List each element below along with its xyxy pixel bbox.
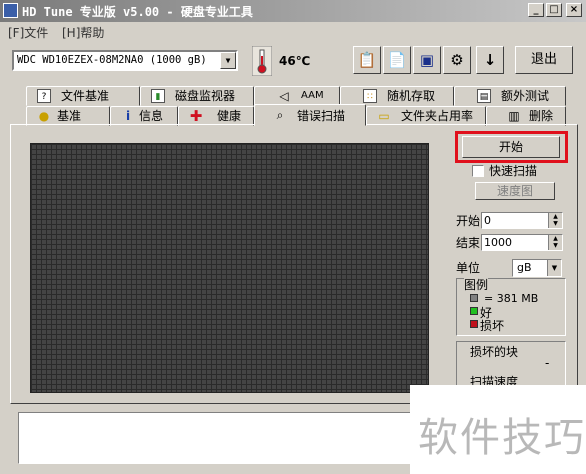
legend-block-swatch xyxy=(470,294,478,302)
start-button[interactable]: 开始 xyxy=(462,136,560,158)
block-map-grid xyxy=(30,143,429,393)
tab-label: 文件基准 xyxy=(61,89,110,103)
maximize-button[interactable]: □ xyxy=(546,3,562,17)
legend-block-size: = 381 MB xyxy=(484,292,539,305)
download-button[interactable]: ↓ xyxy=(476,46,504,74)
save-button[interactable]: ▣ xyxy=(413,46,441,74)
legend-damaged-swatch xyxy=(470,320,478,328)
close-button[interactable]: × xyxy=(566,3,582,17)
end-field-label: 结束 xyxy=(456,236,481,250)
spin-buttons[interactable]: ▲ ▼ xyxy=(548,213,562,228)
spin-buttons[interactable]: ▲ ▼ xyxy=(548,235,562,250)
damaged-blocks-value: - xyxy=(545,356,550,370)
tab-file-benchmark[interactable]: ? 文件基准 xyxy=(26,86,140,106)
minimize-button[interactable]: _ xyxy=(528,3,544,17)
magnifier-icon: ⌕ xyxy=(276,108,284,122)
speaker-icon: ◁ xyxy=(279,89,289,103)
info-icon: i xyxy=(125,109,131,123)
temperature-readout: 46℃ xyxy=(279,54,311,68)
start-field-value: 0 xyxy=(484,214,491,227)
chevron-down-icon[interactable]: ▼ xyxy=(547,260,561,276)
tab-label: 错误扫描 xyxy=(297,109,346,123)
legend-title: 图例 xyxy=(464,276,489,293)
drive-select-value: WDC WD10EZEX-08M2NA0 (1000 gB) xyxy=(17,54,207,66)
start-field-label: 开始 xyxy=(456,214,481,228)
tab-label: 健康 xyxy=(217,109,242,123)
random-access-icon: ∷ xyxy=(363,89,377,103)
copy-icon: 📋 xyxy=(357,51,377,69)
tab-erase[interactable]: ▥ 删除 xyxy=(486,106,566,126)
speed-map-button[interactable]: 速度图 xyxy=(475,182,555,200)
tab-label: 文件夹占用率 xyxy=(401,109,474,123)
save-icon: ▣ xyxy=(419,51,435,69)
folder-icon: ▭ xyxy=(378,109,390,123)
end-field-value: 1000 xyxy=(484,236,512,249)
app-icon xyxy=(3,3,18,18)
menu-file[interactable]: [F]文件 xyxy=(8,24,48,41)
tab-label: 磁盘监视器 xyxy=(175,89,236,103)
quick-scan-checkbox[interactable] xyxy=(472,165,484,177)
tab-health[interactable]: ✚ 健康 xyxy=(178,106,254,126)
tab-benchmark[interactable]: ● 基准 xyxy=(26,106,110,126)
tab-aam[interactable]: ◁ AAM xyxy=(254,86,340,106)
quick-scan-label: 快速扫描 xyxy=(489,164,538,178)
tab-extra-tests[interactable]: ▤ 额外测试 xyxy=(454,86,566,106)
damaged-blocks-label: 损坏的块 xyxy=(470,345,519,359)
tab-random-access[interactable]: ∷ 随机存取 xyxy=(340,86,454,106)
file-benchmark-icon: ? xyxy=(37,89,51,103)
trash-icon: ▥ xyxy=(508,109,520,123)
chevron-down-icon[interactable]: ▼ xyxy=(220,52,236,69)
menu-help[interactable]: [H]帮助 xyxy=(62,24,104,41)
tab-error-scan[interactable]: ⌕ 错误扫描 xyxy=(254,104,366,126)
menu-bar: [F]文件 [H]帮助 xyxy=(0,22,586,42)
paste-button[interactable]: 📄 xyxy=(383,46,411,74)
thermometer-icon xyxy=(252,46,272,76)
disk-monitor-icon: ▮ xyxy=(151,89,165,103)
health-cross-icon: ✚ xyxy=(189,107,203,125)
options-button[interactable]: ⚙ xyxy=(443,46,471,74)
options-icon: ⚙ xyxy=(450,51,464,69)
unit-select-value: gB xyxy=(517,261,532,274)
unit-label: 单位 xyxy=(456,261,481,275)
tab-label: 删除 xyxy=(529,109,554,123)
legend-damaged-label: 损坏 xyxy=(480,319,505,333)
tab-label: 基准 xyxy=(57,109,82,123)
legend-good-swatch xyxy=(470,307,478,315)
down-arrow-icon: ↓ xyxy=(483,51,497,69)
extra-tests-icon: ▤ xyxy=(477,89,491,103)
lightbulb-icon: ● xyxy=(38,109,50,123)
tab-label: 额外测试 xyxy=(501,89,550,103)
unit-select[interactable]: gB ▼ xyxy=(512,259,562,277)
tab-info[interactable]: i 信息 xyxy=(110,106,178,126)
window-title: HD Tune 专业版 v5.00 - 硬盘专业工具 xyxy=(22,5,253,19)
start-field[interactable]: 0 ▲ ▼ xyxy=(481,212,563,229)
watermark: 软件技巧 xyxy=(418,415,586,461)
drive-select[interactable]: WDC WD10EZEX-08M2NA0 (1000 gB) ▼ xyxy=(12,50,238,71)
tab-disk-monitor[interactable]: ▮ 磁盘监视器 xyxy=(140,86,254,106)
tab-label: 随机存取 xyxy=(387,89,436,103)
exit-button[interactable]: 退出 xyxy=(515,46,573,74)
tab-label: 信息 xyxy=(139,109,164,123)
end-field[interactable]: 1000 ▲ ▼ xyxy=(481,234,563,251)
copy-button[interactable]: 📋 xyxy=(353,46,381,74)
title-bar: HD Tune 专业版 v5.00 - 硬盘专业工具 _ □ × xyxy=(0,0,586,22)
tab-folder-usage[interactable]: ▭ 文件夹占用率 xyxy=(366,106,486,126)
tab-label: AAM xyxy=(301,90,324,101)
paste-icon: 📄 xyxy=(387,51,407,69)
